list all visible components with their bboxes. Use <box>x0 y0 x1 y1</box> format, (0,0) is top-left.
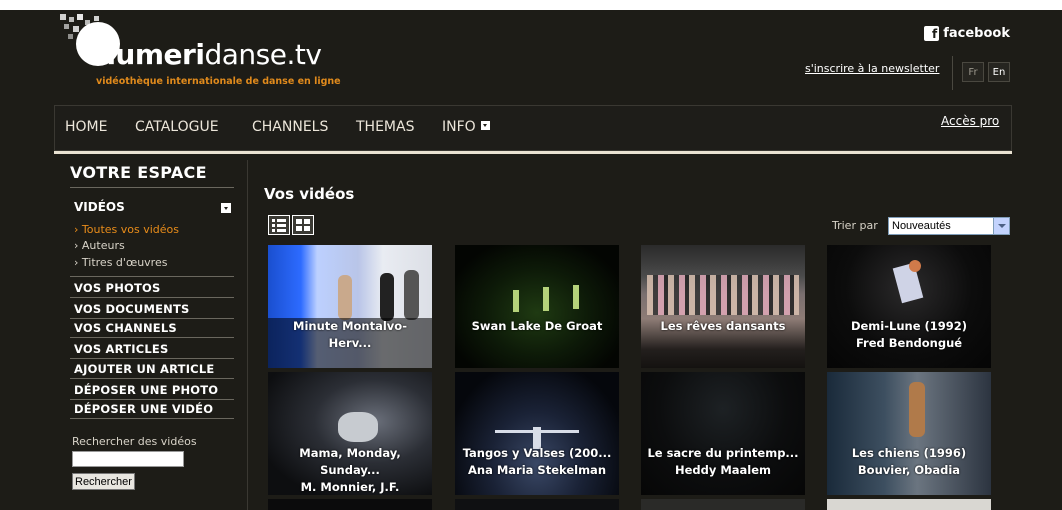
list-view-icon <box>272 219 286 232</box>
chevron-down-icon[interactable] <box>993 218 1009 234</box>
video-tile[interactable]: Les chiens (1996) Bouvier, Obadia <box>827 372 991 495</box>
sidebar-videos-header[interactable]: VIDÉOS <box>74 200 125 214</box>
logo-wordmark: numeridanse.tv <box>96 38 322 71</box>
sidebar-sub-toutes-videos[interactable]: › Toutes vos vidéos <box>74 223 179 236</box>
facebook-link[interactable]: f facebook <box>924 26 1010 41</box>
sidebar-sub-label: Auteurs <box>81 239 125 252</box>
nav-info-label: INFO <box>442 119 476 135</box>
video-title: Mama, Monday, <box>299 446 401 460</box>
dancer-figure <box>338 412 378 442</box>
search-button[interactable]: Rechercher <box>72 473 135 490</box>
video-tile[interactable]: Mama, Monday, Sunday... M. Monnier, J.F. <box>268 372 432 495</box>
logo-bold-text: numeri <box>96 38 205 71</box>
nav-item-channels[interactable]: CHANNELS <box>252 119 328 135</box>
sidebar-divider <box>70 187 234 188</box>
video-tile[interactable]: Swan Lake De Groat <box>455 245 619 368</box>
dancer-figure <box>573 285 579 309</box>
video-title: Les chiens (1996) <box>851 446 967 460</box>
sidebar-divider <box>70 378 234 379</box>
video-credit: M. Monnier, J.F. <box>300 480 400 494</box>
sidebar-title: VOTRE ESPACE <box>70 163 207 182</box>
sidebar-item-ajouter-article[interactable]: AJOUTER UN ARTICLE <box>74 362 214 376</box>
list-view-button[interactable] <box>268 215 290 235</box>
video-title: Le sacre du printemp... <box>647 446 799 460</box>
facebook-label: facebook <box>943 26 1010 41</box>
dancer-figure <box>909 382 925 437</box>
nav-underline <box>54 151 1012 154</box>
sidebar-item-deposer-video[interactable]: DÉPOSER UNE VIDÉO <box>74 402 213 416</box>
sidebar-divider <box>70 276 234 277</box>
sort-select-value: Nouveautés <box>892 220 951 232</box>
dancer-figure <box>513 290 519 312</box>
sidebar-item-deposer-photo[interactable]: DÉPOSER UNE PHOTO <box>74 383 218 397</box>
video-subtitle: Bouvier, Obadia <box>857 463 961 477</box>
collapse-icon[interactable] <box>221 203 231 213</box>
sidebar-sub-label: Titres d'œuvres <box>81 256 168 269</box>
grid-view-icon <box>296 219 310 231</box>
sidebar-divider <box>70 337 234 338</box>
video-tile[interactable] <box>827 499 991 510</box>
dancer-figure <box>380 273 394 321</box>
acces-pro-link[interactable]: Accès pro <box>941 114 999 128</box>
video-tile[interactable]: Tangos y Valses (200... Ana Maria Stekel… <box>455 372 619 495</box>
search-input[interactable] <box>72 451 184 467</box>
site-logo[interactable]: numeridanse.tv vidéothèque international… <box>56 14 356 87</box>
sidebar-vertical-divider <box>247 160 248 510</box>
sort-select[interactable]: Nouveautés <box>888 217 1010 235</box>
sidebar-item-channels[interactable]: VOS CHANNELS <box>74 321 177 335</box>
video-tile[interactable] <box>641 499 805 510</box>
sidebar-item-photos[interactable]: VOS PHOTOS <box>74 281 161 295</box>
sidebar-divider <box>70 358 234 359</box>
sidebar-divider <box>70 297 234 298</box>
video-subtitle: Herv... <box>328 336 372 350</box>
video-subtitle: Heddy Maalem <box>674 463 772 477</box>
video-title: Demi-Lune (1992) <box>850 319 968 333</box>
lang-fr-button[interactable]: Fr <box>962 62 984 82</box>
video-thumbnail <box>455 245 619 368</box>
lang-en-button[interactable]: En <box>988 62 1010 82</box>
nav-item-home[interactable]: HOME <box>65 119 107 135</box>
video-title: Minute Montalvo- <box>293 319 407 333</box>
sort-label: Trier par <box>832 219 878 232</box>
video-tile[interactable]: Le sacre du printemp... Heddy Maalem <box>641 372 805 495</box>
nav-item-catalogue[interactable]: CATALOGUE <box>135 119 219 135</box>
sidebar-divider <box>70 418 234 419</box>
video-subtitle: Sunday... <box>320 463 380 477</box>
search-label: Rechercher des vidéos <box>72 435 197 448</box>
page-title: Vos vidéos <box>264 185 355 203</box>
video-tile[interactable]: Les rêves dansants <box>641 245 805 368</box>
video-tile[interactable]: Demi-Lune (1992) Fred Bendongué <box>827 245 991 368</box>
top-strip <box>0 0 1062 10</box>
video-title: Les rêves dansants <box>660 319 786 333</box>
nav-item-info[interactable]: INFO <box>442 119 490 135</box>
sidebar-sub-titres[interactable]: › Titres d'œuvres <box>74 256 167 269</box>
video-title: Swan Lake De Groat <box>471 319 603 333</box>
grid-view-button[interactable] <box>292 215 314 235</box>
dancer-head <box>909 260 921 272</box>
video-subtitle: Ana Maria Stekelman <box>467 463 607 477</box>
video-title: Tangos y Valses (200... <box>462 446 612 460</box>
group-of-dancers <box>647 275 799 315</box>
nav-item-themas[interactable]: THEMAS <box>356 119 414 135</box>
sidebar-sub-auteurs[interactable]: › Auteurs <box>74 239 125 252</box>
video-subtitle: Fred Bendongué <box>855 336 963 350</box>
sidebar-item-documents[interactable]: VOS DOCUMENTS <box>74 302 190 316</box>
newsletter-link[interactable]: s'inscrire à la newsletter <box>805 62 939 75</box>
logo-rest-text: danse.tv <box>204 38 322 71</box>
dancer-figure <box>404 270 419 320</box>
sidebar-sub-label: Toutes vos vidéos <box>81 223 180 236</box>
sidebar-divider <box>70 318 234 319</box>
lang-divider <box>952 56 953 90</box>
facebook-icon: f <box>924 26 940 41</box>
video-tile[interactable]: Minute Montalvo- Herv... <box>268 245 432 368</box>
sidebar-divider <box>70 399 234 400</box>
video-tile[interactable] <box>455 499 619 510</box>
sidebar-item-articles[interactable]: VOS ARTICLES <box>74 342 168 356</box>
dancer-figure <box>338 275 352 320</box>
video-tile[interactable] <box>268 499 432 510</box>
logo-tagline: vidéothèque internationale de danse en l… <box>96 76 341 87</box>
dancer-figure <box>543 287 549 311</box>
dropdown-arrow-icon <box>480 121 490 130</box>
